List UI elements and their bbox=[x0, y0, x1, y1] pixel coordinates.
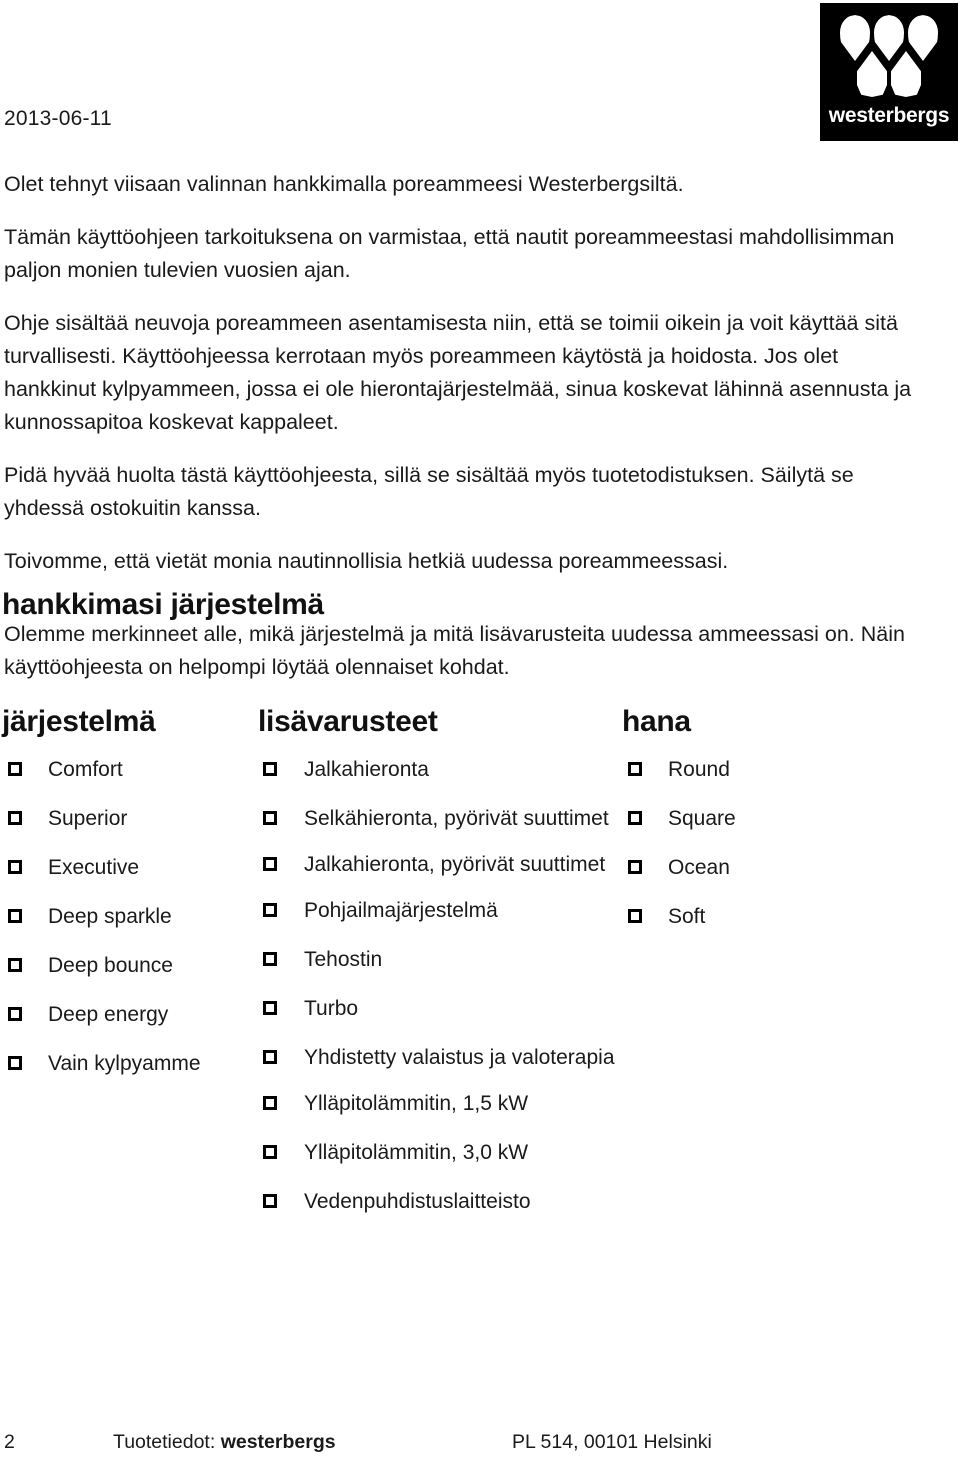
footer-page-number: 2 bbox=[4, 1431, 15, 1453]
checkbox-label: Tehostin bbox=[304, 948, 383, 971]
footer-brand: westerbergs bbox=[220, 1431, 336, 1453]
checkbox-label: Jalkahieronta, pyörivät suuttimet bbox=[304, 853, 606, 876]
intro-paragraph: Tämän käyttöohjeen tarkoituksena on varm… bbox=[4, 225, 895, 282]
checkbox-label: Vedenpuhdistuslaitteisto bbox=[304, 1190, 531, 1213]
checkbox-row[interactable]: Jalkahieronta, pyörivät suuttimet bbox=[258, 850, 618, 880]
checkbox-row[interactable]: Executive bbox=[2, 853, 252, 883]
checkbox-label: Soft bbox=[668, 905, 706, 928]
column-heading: lisävarusteet bbox=[258, 705, 438, 738]
intro-paragraph: Ohje sisältää neuvoja poreammeen asentam… bbox=[4, 311, 912, 434]
checkbox-row[interactable]: Vain kylpyamme bbox=[2, 1049, 252, 1079]
checkbox-row[interactable]: Ylläpitolämmitin, 3,0 kW bbox=[258, 1138, 618, 1168]
checkbox-icon[interactable] bbox=[263, 811, 277, 825]
water-drop-icon bbox=[908, 15, 938, 61]
checkbox-row[interactable]: Round bbox=[622, 755, 952, 785]
checkbox-icon[interactable] bbox=[8, 909, 22, 923]
logo-water-drops-icon bbox=[820, 15, 958, 97]
checkbox-icon[interactable] bbox=[628, 811, 642, 825]
section-paragraph: Olemme merkinneet alle, mikä järjestelmä… bbox=[4, 622, 905, 679]
checkbox-label: Selkähieronta, pyörivät suuttimet bbox=[304, 807, 609, 830]
checkbox-icon[interactable] bbox=[263, 903, 277, 917]
checkbox-list: Comfort Superior Executive Deep sparkle … bbox=[2, 755, 252, 1079]
checkbox-row[interactable]: Pohjailmajärjestelmä bbox=[258, 896, 618, 926]
water-drop-icon bbox=[857, 51, 887, 97]
checkbox-icon[interactable] bbox=[628, 762, 642, 776]
checkbox-row[interactable]: Turbo bbox=[258, 994, 618, 1024]
intro-paragraph: Olet tehnyt viisaan valinnan hankkimalla… bbox=[4, 172, 684, 196]
water-drop-icon bbox=[874, 15, 904, 61]
checkbox-label: Deep sparkle bbox=[48, 905, 172, 928]
checkbox-icon[interactable] bbox=[263, 1096, 277, 1110]
checkbox-label: Yhdistetty valaistus ja valoterapia bbox=[304, 1046, 615, 1069]
checkbox-list: Jalkahieronta Selkähieronta, pyörivät su… bbox=[258, 755, 618, 1217]
checkbox-icon[interactable] bbox=[8, 762, 22, 776]
checkbox-icon[interactable] bbox=[263, 1194, 277, 1208]
document-page: 2013-06-11 westerbergs Olet tehnyt viisa… bbox=[0, 0, 960, 1477]
checkbox-icon[interactable] bbox=[8, 860, 22, 874]
checkbox-row[interactable]: Soft bbox=[622, 902, 952, 932]
logo-wordmark: westerbergs bbox=[828, 104, 950, 127]
checkbox-label: Square bbox=[668, 807, 736, 830]
checkbox-icon[interactable] bbox=[263, 1001, 277, 1015]
checkbox-list: Round Square Ocean Soft bbox=[622, 755, 952, 932]
checkbox-label: Superior bbox=[48, 807, 128, 830]
column-heading: järjestelmä bbox=[2, 705, 156, 738]
checkbox-row[interactable]: Superior bbox=[2, 804, 252, 834]
checkbox-row[interactable]: Square bbox=[622, 804, 952, 834]
checkbox-label: Round bbox=[668, 758, 730, 781]
column-heading: hana bbox=[622, 705, 691, 738]
checkbox-row[interactable]: Deep sparkle bbox=[2, 902, 252, 932]
checkbox-icon[interactable] bbox=[628, 860, 642, 874]
checkbox-row[interactable]: Selkähieronta, pyörivät suuttimet bbox=[258, 804, 618, 834]
checkbox-label: Executive bbox=[48, 856, 140, 879]
checkbox-icon[interactable] bbox=[8, 1007, 22, 1021]
checkbox-row[interactable]: Comfort bbox=[2, 755, 252, 785]
checkbox-icon[interactable] bbox=[263, 1050, 277, 1064]
checkbox-row[interactable]: Tehostin bbox=[258, 945, 618, 975]
document-date: 2013-06-11 bbox=[4, 107, 112, 130]
footer-product-info-prefix: Tuotetiedot: bbox=[113, 1431, 221, 1453]
checkbox-icon[interactable] bbox=[8, 811, 22, 825]
section-heading: hankkimasi järjestelmä bbox=[2, 588, 324, 622]
checklist-column-hana: hana Round Square Ocean Soft bbox=[622, 705, 952, 951]
checkbox-label: Ylläpitolämmitin, 3,0 kW bbox=[304, 1141, 529, 1164]
westerbergs-logo: westerbergs bbox=[820, 3, 958, 141]
checkbox-row[interactable]: Deep energy bbox=[2, 1000, 252, 1030]
checkbox-label: Deep bounce bbox=[48, 954, 173, 977]
checkbox-row[interactable]: Jalkahieronta bbox=[258, 755, 618, 785]
intro-text-block: Olet tehnyt viisaan valinnan hankkimalla… bbox=[4, 168, 924, 578]
checkbox-label: Jalkahieronta bbox=[304, 758, 429, 781]
checkbox-icon[interactable] bbox=[8, 958, 22, 972]
checkbox-row[interactable]: Ylläpitolämmitin, 1,5 kW bbox=[258, 1089, 618, 1119]
checklist-column-jarjestelma: järjestelmä Comfort Superior Executive D… bbox=[2, 705, 252, 1098]
checkbox-icon[interactable] bbox=[628, 909, 642, 923]
checkbox-label: Ocean bbox=[668, 856, 730, 879]
water-drop-icon bbox=[891, 51, 921, 97]
footer-product-info: Tuotetiedot: westerbergs bbox=[113, 1431, 336, 1454]
checkbox-row[interactable]: Yhdistetty valaistus ja valoterapia bbox=[258, 1043, 618, 1073]
checkbox-icon[interactable] bbox=[263, 857, 277, 871]
section-body-text: Olemme merkinneet alle, mikä järjestelmä… bbox=[4, 618, 934, 684]
checkbox-row[interactable]: Ocean bbox=[622, 853, 952, 883]
checklist-column-lisavarusteet: lisävarusteet Jalkahieronta Selkähieront… bbox=[258, 705, 618, 1236]
checkbox-icon[interactable] bbox=[8, 1056, 22, 1070]
intro-paragraph: Toivomme, että vietät monia nautinnollis… bbox=[4, 549, 729, 573]
checkbox-row[interactable]: Vedenpuhdistuslaitteisto bbox=[258, 1187, 618, 1217]
checkbox-label: Ylläpitolämmitin, 1,5 kW bbox=[304, 1092, 529, 1115]
checkbox-label: Deep energy bbox=[48, 1003, 169, 1026]
checkbox-icon[interactable] bbox=[263, 762, 277, 776]
checkbox-icon[interactable] bbox=[263, 952, 277, 966]
checkbox-label: Comfort bbox=[48, 758, 123, 781]
water-drop-icon bbox=[840, 15, 870, 61]
checkbox-label: Turbo bbox=[304, 997, 359, 1020]
footer-address: PL 514, 00101 Helsinki bbox=[512, 1431, 712, 1453]
checkbox-label: Pohjailmajärjestelmä bbox=[304, 899, 498, 922]
page-footer: 2 Tuotetiedot: westerbergs PL 514, 00101… bbox=[0, 1431, 960, 1459]
checkbox-label: Vain kylpyamme bbox=[48, 1052, 201, 1075]
checkbox-icon[interactable] bbox=[263, 1145, 277, 1159]
intro-paragraph: Pidä hyvää huolta tästä käyttöohjeesta, … bbox=[4, 463, 854, 520]
checkbox-row[interactable]: Deep bounce bbox=[2, 951, 252, 981]
